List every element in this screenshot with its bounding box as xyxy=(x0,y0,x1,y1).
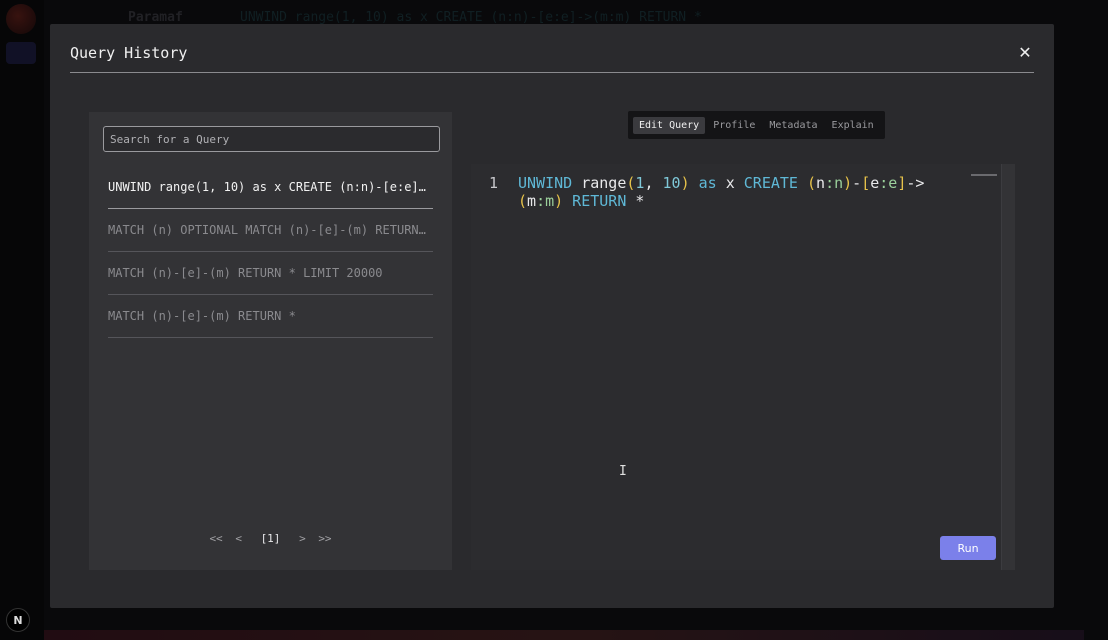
label-token: :e xyxy=(879,174,898,192)
line-number: 1 xyxy=(489,174,499,192)
next-page-button[interactable]: > xyxy=(296,532,309,545)
current-page: [1] xyxy=(260,532,281,545)
number-token: 10 xyxy=(662,174,681,192)
modal-title: Query History xyxy=(70,44,188,62)
label-token: :n xyxy=(825,174,844,192)
keyword-token: as xyxy=(689,174,717,192)
n-badge-icon[interactable]: N xyxy=(6,608,30,632)
close-icon[interactable]: ✕ xyxy=(1016,44,1034,62)
tab-edit-query[interactable]: Edit Query xyxy=(633,116,706,134)
query-tabs: Edit Query Profile Metadata Explain xyxy=(628,111,885,139)
variable-token: m xyxy=(527,192,537,210)
text-cursor-icon: I xyxy=(619,464,627,479)
variable-token: n xyxy=(816,174,826,192)
paren-token: ) xyxy=(680,174,690,192)
history-item[interactable]: MATCH (n)-[e]-(m) RETURN * xyxy=(108,295,433,338)
arrow-token: -> xyxy=(906,174,925,192)
function-token: range xyxy=(572,174,627,192)
tab-profile[interactable]: Profile xyxy=(707,117,761,134)
pagination: << < [1] > >> xyxy=(89,532,452,545)
modal-divider xyxy=(70,72,1034,73)
editor-minimap[interactable] xyxy=(971,174,997,176)
last-page-button[interactable]: >> xyxy=(315,532,334,545)
history-item[interactable]: MATCH (n)-[e]-(m) RETURN * LIMIT 20000 xyxy=(108,252,433,295)
first-page-button[interactable]: << xyxy=(206,532,225,545)
paren-token: ) xyxy=(554,192,564,210)
paren-token: ( xyxy=(797,174,817,192)
editor-surface[interactable]: 1 UNWIND range(1, 10) as x CREATE (n:n)-… xyxy=(471,164,1002,570)
search-input[interactable] xyxy=(103,126,440,152)
comma-token: , xyxy=(644,174,663,192)
query-history-modal: Query History ✕ UNWIND range(1, 10) as x… xyxy=(50,24,1054,608)
history-item[interactable]: MATCH (n) OPTIONAL MATCH (n)-[e]-(m) RET… xyxy=(108,209,433,252)
star-token: * xyxy=(626,192,645,210)
query-code[interactable]: UNWIND range(1, 10) as x CREATE (n:n)-[e… xyxy=(518,174,948,210)
keyword-token: CREATE xyxy=(743,174,798,192)
paren-token: ( xyxy=(518,192,528,210)
bracket-token: ] xyxy=(897,174,907,192)
dash-token: - xyxy=(852,174,862,192)
keyword-token: UNWIND xyxy=(518,174,573,192)
variable-token: x xyxy=(716,174,744,192)
variable-token: e xyxy=(870,174,880,192)
tab-metadata[interactable]: Metadata xyxy=(763,117,823,134)
prev-page-button[interactable]: < xyxy=(232,532,245,545)
bracket-token: [ xyxy=(861,174,871,192)
history-panel: UNWIND range(1, 10) as x CREATE (n:n)-[e… xyxy=(89,112,452,570)
keyword-token: RETURN xyxy=(563,192,627,210)
history-list: UNWIND range(1, 10) as x CREATE (n:n)-[e… xyxy=(108,166,433,338)
query-editor[interactable]: 1 UNWIND range(1, 10) as x CREATE (n:n)-… xyxy=(471,164,1015,570)
run-button[interactable]: Run xyxy=(940,536,996,560)
tab-explain[interactable]: Explain xyxy=(826,117,880,134)
label-token: :m xyxy=(536,192,555,210)
paren-token: ) xyxy=(843,174,853,192)
history-item[interactable]: UNWIND range(1, 10) as x CREATE (n:n)-[e… xyxy=(108,166,433,209)
